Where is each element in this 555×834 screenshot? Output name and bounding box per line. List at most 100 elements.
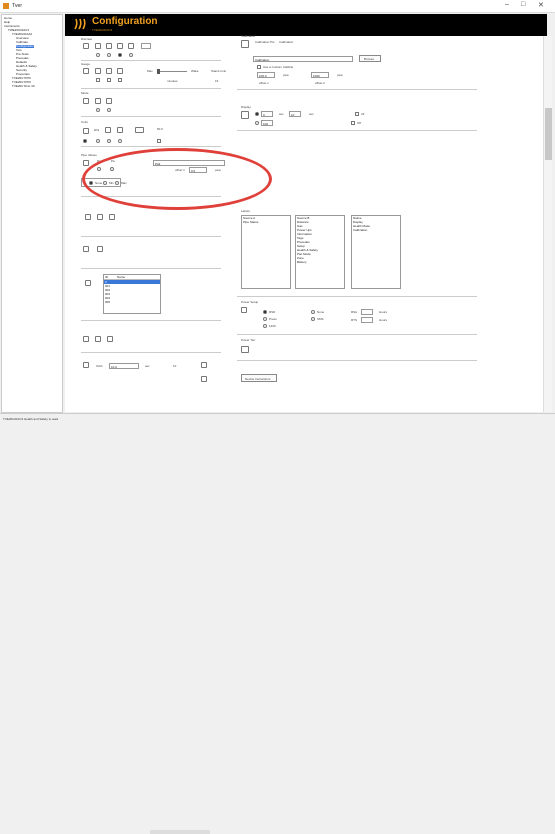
- horizontal-scroll-thumb[interactable]: [150, 830, 210, 834]
- mode-option-icon[interactable]: [106, 98, 112, 104]
- discrete-value-field[interactable]: [141, 43, 151, 49]
- mode-radio[interactable]: [107, 108, 111, 112]
- sleep-slider-thumb[interactable]: [157, 69, 160, 74]
- navigation-tree[interactable]: Home Help Instruments TWE20U010C3 TVE20U010A…: [1, 14, 63, 413]
- source-a-list[interactable]: Source A Pipe Status: [241, 215, 291, 289]
- brand-logo-icon: [74, 18, 86, 30]
- sleep-checkbox[interactable]: [96, 78, 100, 82]
- sleep-checkbox[interactable]: [118, 78, 122, 82]
- sleep-checkbox[interactable]: [107, 78, 111, 82]
- power-radio[interactable]: [311, 310, 315, 314]
- display-max-field[interactable]: 10: [289, 111, 301, 117]
- bottom-unit: sec: [145, 364, 150, 368]
- discrete-radio[interactable]: [96, 53, 100, 57]
- option-icon[interactable]: [117, 43, 123, 49]
- display-max-unit: sec: [309, 112, 314, 116]
- units-icon[interactable]: [83, 128, 89, 134]
- discrete-radio[interactable]: [107, 53, 111, 57]
- units-radio[interactable]: [118, 139, 122, 143]
- power-radio[interactable]: [263, 324, 267, 328]
- browse-button[interactable]: Browse: [359, 55, 381, 62]
- list-item[interactable]: Calibration: [352, 228, 400, 232]
- display-icon[interactable]: [241, 111, 249, 119]
- power-field[interactable]: [361, 309, 373, 315]
- native-list[interactable]: Native Display Health Mode Calibration: [351, 215, 401, 289]
- minimize-button[interactable]: –: [505, 1, 509, 8]
- discrete-icon[interactable]: [83, 43, 89, 49]
- alert-option-icon[interactable]: [201, 376, 207, 382]
- power-option-label: Press: [269, 317, 277, 321]
- divider: [81, 236, 221, 237]
- mode-option-icon[interactable]: [95, 98, 101, 104]
- discrete-radio[interactable]: [118, 53, 122, 57]
- power-radio[interactable]: [263, 317, 267, 321]
- mode-radio[interactable]: [96, 108, 100, 112]
- divider: [237, 130, 477, 131]
- display-min-field[interactable]: 0: [261, 111, 273, 117]
- alert-icon[interactable]: [201, 362, 207, 368]
- power-radio[interactable]: [311, 317, 315, 321]
- units-radio[interactable]: [107, 139, 111, 143]
- option-icon[interactable]: [95, 43, 101, 49]
- window-title: Tver: [12, 3, 22, 9]
- list-item[interactable]: Battery: [296, 260, 344, 264]
- sleep-option-icon[interactable]: [95, 68, 101, 74]
- display-option-checkbox[interactable]: [351, 121, 355, 125]
- display-radio[interactable]: [255, 121, 259, 125]
- close-button[interactable]: ✕: [538, 1, 544, 9]
- divider: [237, 296, 477, 297]
- sleep-option-icon[interactable]: [117, 68, 123, 74]
- units-checkbox[interactable]: [157, 139, 161, 143]
- calibration-icon[interactable]: [241, 40, 249, 48]
- divider: [81, 268, 221, 269]
- maximize-button[interactable]: □: [521, 1, 525, 8]
- display-min-unit: sec: [279, 112, 284, 116]
- scrollbar-thumb[interactable]: [545, 108, 552, 160]
- tier-icon[interactable]: [241, 346, 249, 353]
- display-step-field[interactable]: 100: [261, 120, 273, 126]
- power-radio[interactable]: [263, 310, 267, 314]
- signal-option-icon[interactable]: [109, 214, 115, 220]
- table-row[interactable]: 005: [104, 300, 160, 304]
- units-item-icon[interactable]: [135, 127, 144, 133]
- calibration-a-field[interactable]: 100.0: [257, 72, 275, 78]
- display-off-checkbox[interactable]: [355, 112, 359, 116]
- units-radio[interactable]: [96, 139, 100, 143]
- signal-icon[interactable]: [85, 214, 91, 220]
- link-option-icon[interactable]: [95, 336, 101, 342]
- signal-option-icon[interactable]: [97, 214, 103, 220]
- source-b-list[interactable]: Source B Distance Gas Power Ups Informat…: [295, 215, 345, 289]
- tree-item[interactable]: TVE20U Dino 4C: [12, 85, 35, 88]
- sleep-icon[interactable]: [83, 68, 89, 74]
- units-option-icon[interactable]: [117, 127, 123, 133]
- id-table[interactable]: ID Name 0 001 002 003 004 005: [103, 274, 161, 314]
- sleep-slider[interactable]: [157, 71, 187, 72]
- sound-icon[interactable]: [83, 246, 89, 252]
- units-radio[interactable]: [83, 139, 87, 143]
- table-icon[interactable]: [85, 280, 91, 286]
- sleep-minutes-label: minutes: [167, 79, 178, 83]
- power-field[interactable]: [361, 317, 373, 323]
- vertical-scrollbar[interactable]: [543, 36, 552, 412]
- status-text: TVE20U010C3 Health and Safety is used: [3, 417, 59, 421]
- units-option-icon[interactable]: [105, 127, 111, 133]
- bottom-input[interactable]: 10.0: [109, 363, 139, 369]
- sleep-option-icon[interactable]: [106, 68, 112, 74]
- timer-icon[interactable]: [83, 362, 89, 368]
- list-item[interactable]: Pipe Status: [242, 220, 290, 224]
- use-custom-checkbox[interactable]: [257, 65, 261, 69]
- power-icon[interactable]: [241, 307, 247, 313]
- calibration-select[interactable]: Calibration: [253, 56, 353, 62]
- section-power-tier: Power Tier: [241, 338, 256, 342]
- display-radio[interactable]: [255, 112, 259, 116]
- calibration-b-field[interactable]: 1000: [311, 72, 329, 78]
- link-option-icon[interactable]: [107, 336, 113, 342]
- device-instructions-button[interactable]: Device Instructions: [241, 374, 277, 382]
- discrete-radio[interactable]: [129, 53, 133, 57]
- pipe-icon[interactable]: [83, 160, 89, 166]
- mode-icon[interactable]: [83, 98, 89, 104]
- link-icon[interactable]: [83, 336, 89, 342]
- option-icon[interactable]: [106, 43, 112, 49]
- option-icon[interactable]: [128, 43, 134, 49]
- sound-option-icon[interactable]: [97, 246, 103, 252]
